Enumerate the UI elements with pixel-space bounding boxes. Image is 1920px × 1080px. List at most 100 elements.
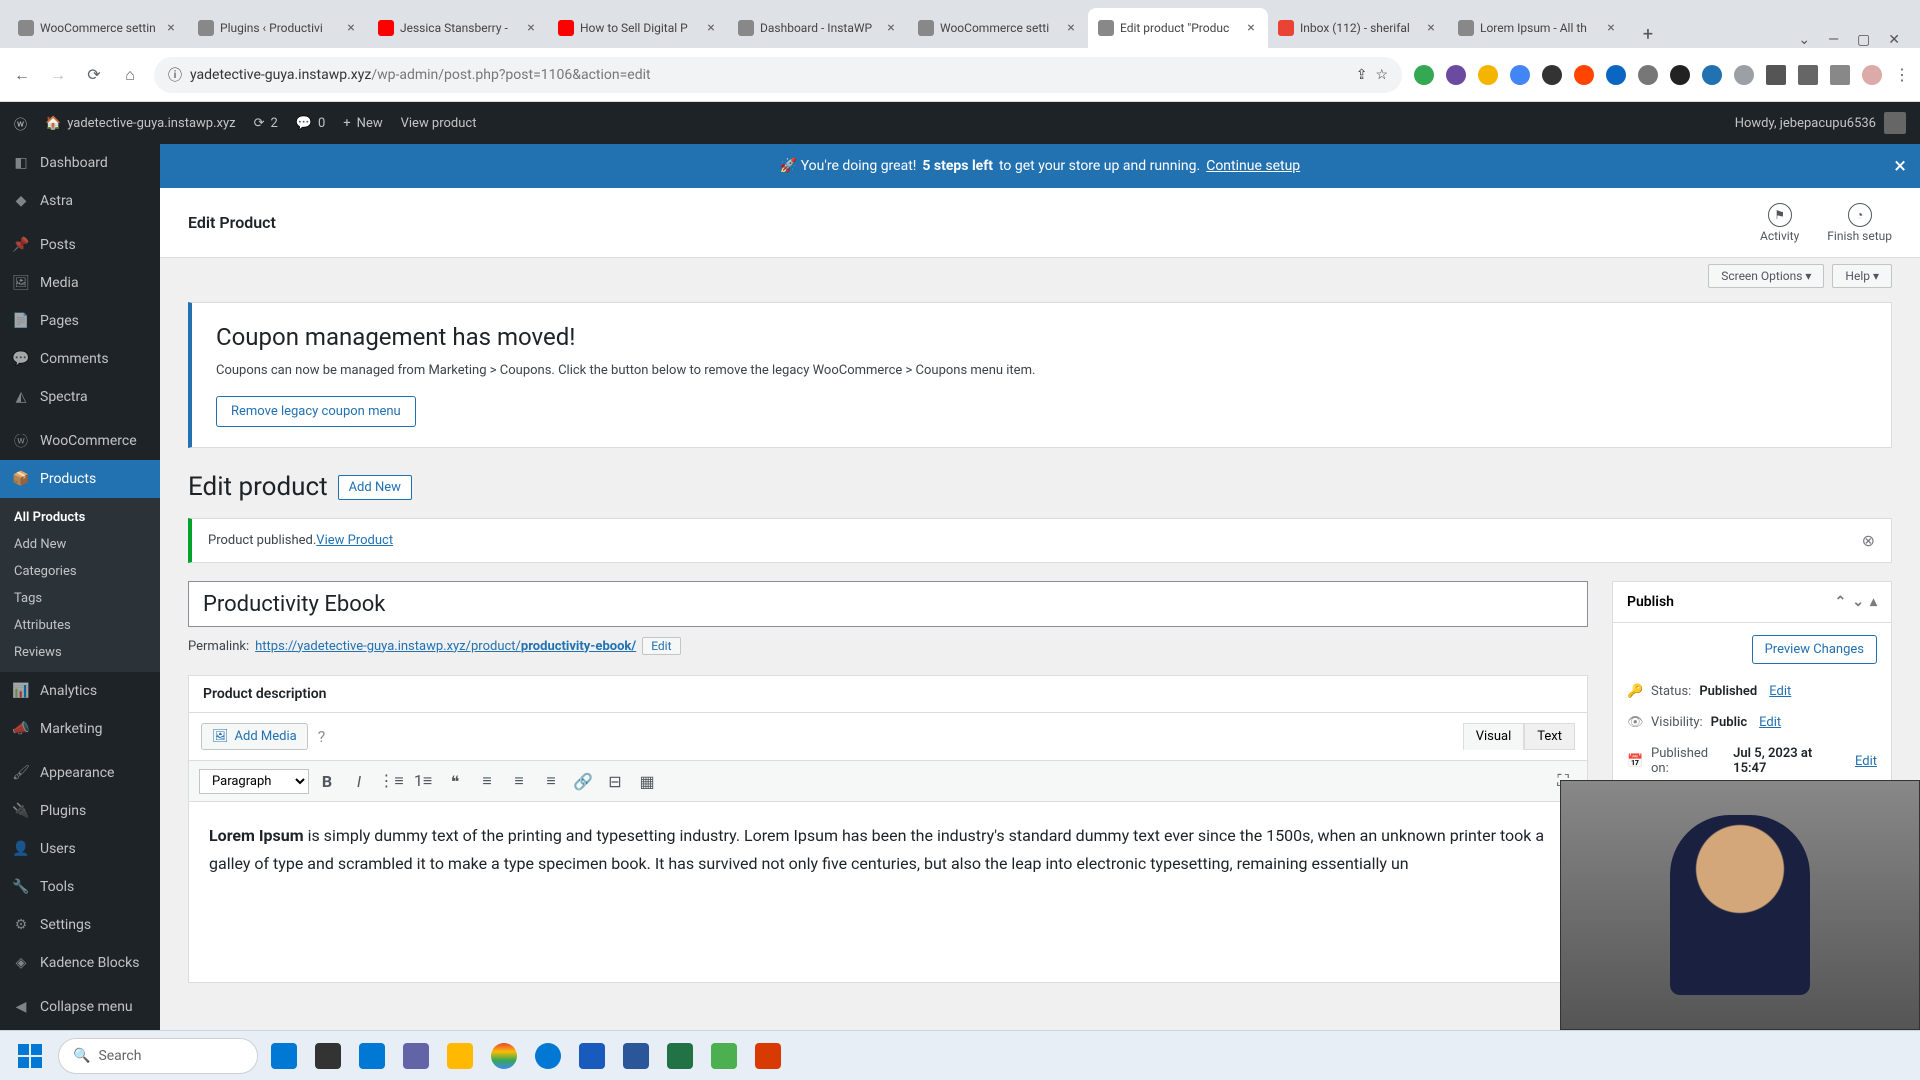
sidebar-item-spectra[interactable]: ◭Spectra — [0, 378, 160, 416]
sidebar-item-users[interactable]: 👤Users — [0, 830, 160, 868]
help-button[interactable]: Help ▾ — [1832, 264, 1892, 288]
extension-icon[interactable] — [1670, 65, 1690, 85]
browser-tab[interactable]: Lorem Ipsum - All th× — [1448, 8, 1628, 48]
maximize-icon[interactable]: ▢ — [1857, 32, 1870, 48]
add-media-button[interactable]: 🖼Add Media — [201, 723, 308, 750]
taskbar-app[interactable] — [662, 1038, 698, 1074]
continue-setup-link[interactable]: Continue setup — [1206, 158, 1300, 174]
bookmark-icon[interactable] — [1830, 65, 1850, 85]
format-select[interactable]: Paragraph — [199, 769, 309, 794]
site-name[interactable]: 🏠yadetective-guya.instawp.xyz — [45, 116, 236, 131]
user-avatar[interactable] — [1884, 112, 1906, 134]
new-content[interactable]: +New — [343, 116, 382, 131]
reload-button[interactable]: ⟳ — [82, 63, 106, 87]
browser-tab-active[interactable]: Edit product "Produc× — [1088, 8, 1268, 48]
sidebar-item-astra[interactable]: ◆Astra — [0, 182, 160, 220]
sidebar-item-marketing[interactable]: 📣Marketing — [0, 710, 160, 748]
extension-icon[interactable] — [1638, 65, 1658, 85]
start-button[interactable] — [10, 1036, 50, 1076]
close-icon[interactable]: ✕ — [1888, 32, 1900, 48]
toggle-icon[interactable]: ▴ — [1870, 594, 1877, 610]
italic-button[interactable]: I — [345, 767, 373, 795]
view-product-link[interactable]: View Product — [316, 533, 393, 548]
browser-tab[interactable]: WooCommerce settin× — [8, 8, 188, 48]
browser-tab[interactable]: How to Sell Digital P× — [548, 8, 728, 48]
site-info-icon[interactable]: ⓘ — [168, 65, 182, 85]
minimize-icon[interactable]: — — [1828, 32, 1839, 48]
chevron-down-icon[interactable]: ⌄ — [1798, 32, 1810, 48]
extension-icon[interactable] — [1478, 65, 1498, 85]
taskbar-app[interactable] — [354, 1038, 390, 1074]
howdy-text[interactable]: Howdy, jebepacupu6536 — [1735, 116, 1876, 131]
blockquote-button[interactable]: ❝ — [441, 767, 469, 795]
close-icon[interactable]: × — [164, 21, 178, 35]
align-center-button[interactable]: ≡ — [505, 767, 533, 795]
close-icon[interactable]: × — [884, 21, 898, 35]
taskbar-app[interactable] — [310, 1038, 346, 1074]
taskbar-app[interactable] — [618, 1038, 654, 1074]
close-icon[interactable]: × — [1424, 21, 1438, 35]
edit-slug-button[interactable]: Edit — [642, 637, 680, 655]
permalink-link[interactable]: https://yadetective-guya.instawp.xyz/pro… — [255, 639, 636, 654]
new-tab-button[interactable]: + — [1634, 20, 1662, 48]
edit-date-link[interactable]: Edit — [1855, 754, 1877, 769]
close-icon[interactable]: × — [524, 21, 538, 35]
chevron-down-icon[interactable]: ⌄ — [1852, 594, 1864, 610]
extension-icon[interactable] — [1510, 65, 1530, 85]
sidebar-item-media[interactable]: 🖼Media — [0, 264, 160, 302]
taskbar-app[interactable] — [442, 1038, 478, 1074]
screen-options-button[interactable]: Screen Options ▾ — [1708, 264, 1824, 288]
submenu-tags[interactable]: Tags — [0, 585, 160, 612]
taskbar-app[interactable] — [706, 1038, 742, 1074]
close-icon[interactable]: × — [1894, 154, 1906, 179]
numbered-list-button[interactable]: 1≡ — [409, 767, 437, 795]
close-icon[interactable]: × — [1244, 21, 1258, 35]
bold-button[interactable]: B — [313, 767, 341, 795]
sidebar-item-dashboard[interactable]: ◧Dashboard — [0, 144, 160, 182]
taskbar-app[interactable] — [398, 1038, 434, 1074]
tab-visual[interactable]: Visual — [1463, 723, 1525, 750]
star-icon[interactable]: ☆ — [1375, 67, 1388, 83]
close-icon[interactable]: × — [344, 21, 358, 35]
sidebar-item-plugins[interactable]: 🔌Plugins — [0, 792, 160, 830]
activity-button[interactable]: ⚑ Activity — [1760, 203, 1799, 243]
edit-visibility-link[interactable]: Edit — [1759, 715, 1781, 730]
taskbar-search[interactable]: 🔍Search — [58, 1038, 258, 1074]
taskbar-app[interactable] — [486, 1038, 522, 1074]
browser-tab[interactable]: Jessica Stansberry -× — [368, 8, 548, 48]
product-title-input[interactable] — [188, 581, 1588, 627]
sidebar-item-kadence[interactable]: ◈Kadence Blocks — [0, 944, 160, 982]
close-icon[interactable]: × — [704, 21, 718, 35]
tab-text[interactable]: Text — [1524, 723, 1575, 750]
sidebar-item-appearance[interactable]: 🖌Appearance — [0, 754, 160, 792]
extension-icon[interactable] — [1414, 65, 1434, 85]
taskbar-app[interactable] — [574, 1038, 610, 1074]
add-new-button[interactable]: Add New — [338, 475, 412, 500]
taskbar-app[interactable] — [530, 1038, 566, 1074]
extension-icon[interactable] — [1574, 65, 1594, 85]
browser-tab[interactable]: Inbox (112) - sherifal× — [1268, 8, 1448, 48]
remove-legacy-coupon-button[interactable]: Remove legacy coupon menu — [216, 396, 416, 427]
extension-icon[interactable] — [1446, 65, 1466, 85]
sidebar-item-posts[interactable]: 📌Posts — [0, 226, 160, 264]
editor-content[interactable]: Lorem Ipsum is simply dummy text of the … — [189, 802, 1587, 982]
edit-status-link[interactable]: Edit — [1769, 684, 1791, 699]
puzzle-icon[interactable] — [1766, 65, 1786, 85]
taskbar-app[interactable] — [750, 1038, 786, 1074]
home-button[interactable]: ⌂ — [118, 63, 142, 87]
extension-icon[interactable] — [1606, 65, 1626, 85]
sidebar-collapse[interactable]: ◀Collapse menu — [0, 988, 160, 1026]
extension-icon[interactable] — [1734, 65, 1754, 85]
browser-tab[interactable]: Dashboard - InstaWP× — [728, 8, 908, 48]
browser-tab[interactable]: Plugins ‹ Productivi× — [188, 8, 368, 48]
chevron-up-icon[interactable]: ⌃ — [1835, 594, 1847, 610]
submenu-add-new[interactable]: Add New — [0, 531, 160, 558]
bullet-list-button[interactable]: ⋮≡ — [377, 767, 405, 795]
align-right-button[interactable]: ≡ — [537, 767, 565, 795]
taskbar-app[interactable] — [266, 1038, 302, 1074]
submenu-attributes[interactable]: Attributes — [0, 612, 160, 639]
preview-changes-button[interactable]: Preview Changes — [1752, 635, 1877, 664]
extension-icon[interactable] — [1542, 65, 1562, 85]
sidebar-item-tools[interactable]: 🔧Tools — [0, 868, 160, 906]
sidepanel-icon[interactable] — [1798, 65, 1818, 85]
